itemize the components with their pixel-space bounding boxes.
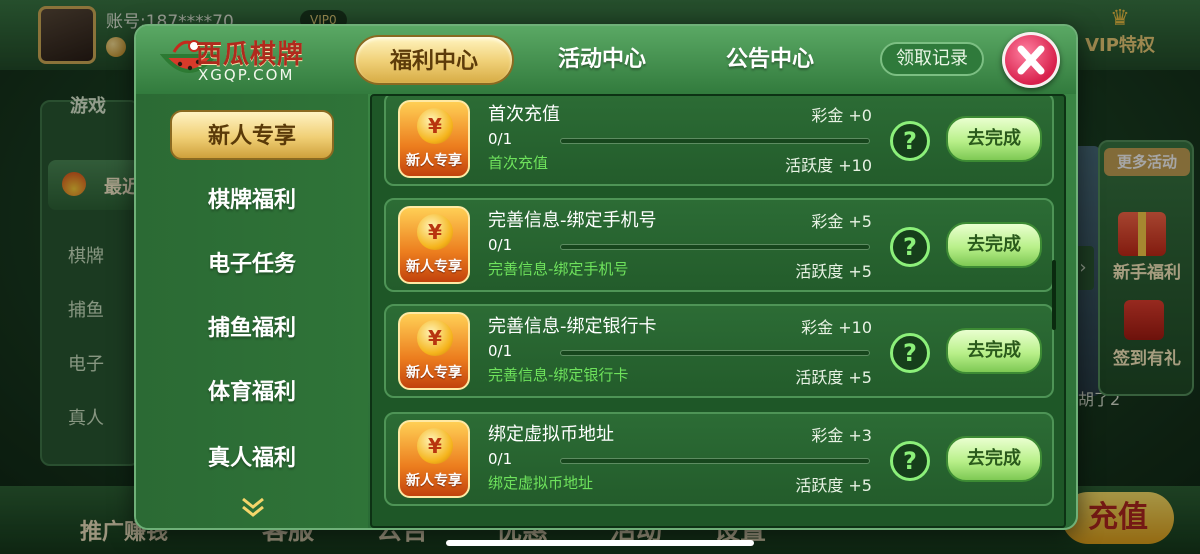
help-icon[interactable]: ? [890,441,930,481]
home-indicator [446,540,754,546]
task-card: ¥ 新人专享 完善信息-绑定银行卡 彩金 +10 0/1 完善信息-绑定银行卡 … [384,304,1054,398]
task-progress-bar [560,350,870,356]
menu-chess-welfare[interactable]: 棋牌福利 [170,176,334,226]
welfare-category-menu: 新人专享 棋牌福利 电子任务 捕鱼福利 体育福利 真人福利 [136,94,368,528]
menu-sports-welfare[interactable]: 体育福利 [170,368,334,418]
newbie-task-icon: ¥ 新人专享 [398,206,470,284]
tab-activity-center[interactable]: 活动中心 [522,35,682,85]
task-subtitle: 完善信息-绑定银行卡 [488,366,629,384]
go-complete-button[interactable]: 去完成 [946,116,1042,162]
menu-slot-tasks[interactable]: 电子任务 [170,240,334,290]
welfare-dialog: 西瓜棋牌 XGQP.COM 福利中心 活动中心 公告中心 领取记录 新人专享 棋… [134,24,1078,530]
task-reward: 彩金 +3 [811,426,872,445]
task-progress-text: 0/1 [488,450,513,468]
task-icon-tag: 新人专享 [406,473,462,489]
task-subtitle: 绑定虚拟币地址 [488,474,594,492]
tab-welfare-center[interactable]: 福利中心 [354,35,514,85]
task-reward: 彩金 +10 [801,318,872,337]
menu-newbie[interactable]: 新人专享 [170,110,334,160]
menu-fishing-welfare[interactable]: 捕鱼福利 [170,304,334,354]
yuan-coin-icon: ¥ [417,108,453,144]
task-title: 绑定虚拟币地址 [488,424,614,445]
yuan-coin-icon: ¥ [417,214,453,250]
task-reward: 彩金 +0 [811,106,872,125]
go-complete-button[interactable]: 去完成 [946,328,1042,374]
dialog-header: 西瓜棋牌 XGQP.COM 福利中心 活动中心 公告中心 领取记录 [136,26,1076,94]
task-title: 首次充值 [488,104,560,125]
task-progress-text: 0/1 [488,130,513,148]
task-title: 完善信息-绑定手机号 [488,210,657,231]
task-progress-bar [560,244,870,250]
menu-live-welfare[interactable]: 真人福利 [170,434,334,484]
claim-record-button[interactable]: 领取记录 [880,42,984,76]
task-card: ¥ 新人专享 首次充值 彩金 +0 0/1 首次充值 活跃度 +10 ? 去完成 [384,96,1054,186]
help-icon[interactable]: ? [890,121,930,161]
tab-notice-center[interactable]: 公告中心 [690,35,850,85]
logo-subtitle: XGQP.COM [198,66,295,84]
task-progress-bar [560,458,870,464]
task-progress-text: 0/1 [488,342,513,360]
yuan-coin-icon: ¥ [417,320,453,356]
task-progress-bar [560,138,870,144]
task-list-scrollbar[interactable] [1052,260,1056,330]
go-complete-button[interactable]: 去完成 [946,222,1042,268]
task-reward: 彩金 +5 [811,212,872,231]
task-activity-points: 活跃度 +5 [795,262,872,281]
task-activity-points: 活跃度 +5 [795,368,872,387]
task-icon-tag: 新人专享 [406,153,462,169]
task-subtitle: 首次充值 [488,154,549,172]
task-activity-points: 活跃度 +5 [795,476,872,495]
help-icon[interactable]: ? [890,333,930,373]
task-activity-points: 活跃度 +10 [785,156,872,175]
help-icon[interactable]: ? [890,227,930,267]
task-list[interactable]: ¥ 新人专享 首次充值 彩金 +0 0/1 首次充值 活跃度 +10 ? 去完成… [370,94,1066,528]
newbie-task-icon: ¥ 新人专享 [398,420,470,498]
go-complete-button[interactable]: 去完成 [946,436,1042,482]
newbie-task-icon: ¥ 新人专享 [398,100,470,178]
task-progress-text: 0/1 [488,236,513,254]
close-icon [1017,45,1045,75]
close-button[interactable] [1002,32,1060,88]
task-icon-tag: 新人专享 [406,259,462,275]
newbie-task-icon: ¥ 新人专享 [398,312,470,390]
task-card: ¥ 新人专享 完善信息-绑定手机号 彩金 +5 0/1 完善信息-绑定手机号 活… [384,198,1054,292]
task-icon-tag: 新人专享 [406,365,462,381]
chevron-down-icon[interactable] [240,496,266,518]
task-subtitle: 完善信息-绑定手机号 [488,260,629,278]
task-card: ¥ 新人专享 绑定虚拟币地址 彩金 +3 0/1 绑定虚拟币地址 活跃度 +5 … [384,412,1054,506]
task-title: 完善信息-绑定银行卡 [488,316,657,337]
yuan-coin-icon: ¥ [417,428,453,464]
